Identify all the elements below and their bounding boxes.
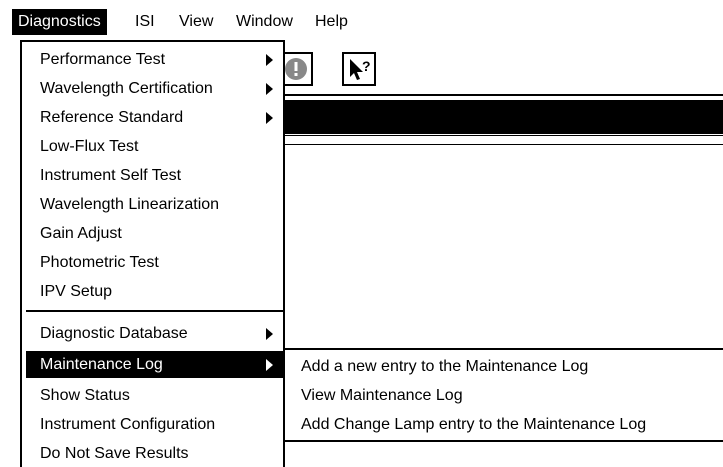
menu-item-ipv-setup[interactable]: IPV Setup [26,278,283,305]
stop-icon [285,58,307,80]
menu-item-wavelength-linearization[interactable]: Wavelength Linearization [26,191,283,218]
context-help-button[interactable]: ? [342,52,376,86]
submenu-item-add-entry[interactable]: Add a new entry to the Maintenance Log [301,353,588,380]
submenu-arrow-icon [266,54,273,66]
menu-diagnostics[interactable]: Diagnostics [12,9,107,35]
menu-item-wavelength-certification[interactable]: Wavelength Certification [26,75,283,102]
menu-window[interactable]: Window [230,9,299,35]
menu-view[interactable]: View [173,9,219,35]
submenu-arrow-icon [266,112,273,124]
workspace-divider [285,135,723,136]
submenu-item-add-change-lamp[interactable]: Add Change Lamp entry to the Maintenance… [301,411,646,438]
menu-item-do-not-save-results[interactable]: Do Not Save Results [26,440,283,467]
menu-item-reference-standard[interactable]: Reference Standard [26,104,283,131]
menu-help[interactable]: Help [309,9,354,35]
svg-text:?: ? [362,58,371,74]
menu-isi[interactable]: ISI [129,9,161,35]
submenu-item-view-log[interactable]: View Maintenance Log [301,382,463,409]
menu-separator [26,310,283,312]
toolbar-divider [285,94,723,96]
maintenance-log-submenu: Add a new entry to the Maintenance Log V… [283,348,723,442]
menu-bar: Diagnostics ISI View Window Help [6,0,723,40]
diagnostics-menu: Performance Test Wavelength Certificatio… [20,40,285,467]
menu-item-show-status[interactable]: Show Status [26,382,283,409]
submenu-arrow-icon [266,328,273,340]
menu-item-maintenance-log[interactable]: Maintenance Log [26,351,283,378]
menu-item-low-flux-test[interactable]: Low-Flux Test [26,133,283,160]
menu-item-gain-adjust[interactable]: Gain Adjust [26,220,283,247]
menu-item-diagnostic-database[interactable]: Diagnostic Database [26,320,283,347]
menu-item-photometric-test[interactable]: Photometric Test [26,249,283,276]
menu-item-instrument-self-test[interactable]: Instrument Self Test [26,162,283,189]
menu-item-instrument-configuration[interactable]: Instrument Configuration [26,411,283,438]
workspace-rule [285,144,723,145]
menu-item-performance-test[interactable]: Performance Test [26,46,283,73]
title-bar [285,100,723,134]
submenu-arrow-icon [266,359,273,371]
submenu-arrow-icon [266,83,273,95]
context-help-icon: ? [350,58,371,80]
